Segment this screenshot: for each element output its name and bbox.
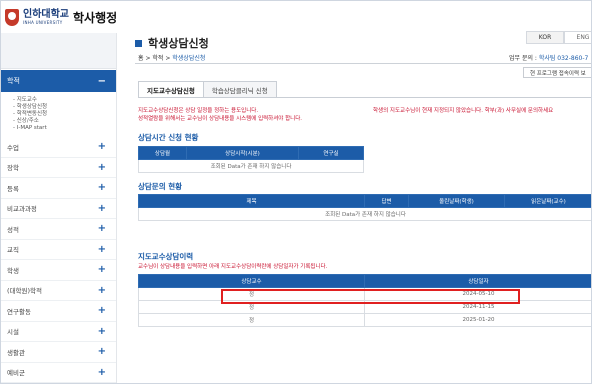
page-title: 학생상담신청 <box>135 35 209 51</box>
expand-icon: + <box>97 284 106 296</box>
language-switch: KOR ENG <box>526 31 591 44</box>
breadcrumb: 홈 > 학적 > 학생상담신청 <box>138 55 206 62</box>
sidebar-submenu: 지도교수 학생상담신청 학적변동신청 신상/주소 I-MAP start <box>1 92 116 137</box>
sidebar-item-classes[interactable]: 수업 + <box>1 137 116 158</box>
sidebar-header-band <box>1 33 116 69</box>
question-table: 제목 답변 올린날짜(학생) 읽은날짜(교수) 조회된 Data가 존재 하지 … <box>138 194 591 221</box>
sidebar-item-grades[interactable]: 성적 + <box>1 219 116 240</box>
tab-divider <box>138 97 591 98</box>
table-header-row: 상담교수 상담일자 <box>138 274 591 288</box>
column-header: 연구실 <box>298 146 364 160</box>
sidebar-item-facilities[interactable]: 시설 + <box>1 322 116 342</box>
table-header-row: 상담월 상담시작(시분) 연구실 <box>138 146 364 160</box>
sidebar-item-research[interactable]: 연구활동 + <box>1 301 116 322</box>
sidebar-item-registration[interactable]: 등록 + <box>1 178 116 199</box>
submenu-item-counseling-request[interactable]: 학생상담신청 <box>13 104 116 111</box>
sidebar-item-extracurricular[interactable]: 비교과과정 + <box>1 199 116 219</box>
counseling-notice: 지도교수상담신청은 상담 일정을 정하는 용도입니다. 성적열람을 위해서는 교… <box>138 108 303 122</box>
expand-icon: + <box>97 202 106 214</box>
empty-message: 조회된 Data가 존재 하지 않습니다 <box>138 207 591 221</box>
expand-icon: + <box>97 325 106 337</box>
sidebar-item-student[interactable]: 학생 + <box>1 260 116 281</box>
app-window: 인하대학교 INHA UNIVERSITY 학사행정 학적 − 지도교수 학생상… <box>0 0 592 384</box>
column-header: 상담일자 <box>364 274 591 288</box>
schedule-table: 상담월 상담시작(시분) 연구실 조회된 Data가 존재 하지 않습니다 <box>138 146 364 173</box>
collapse-icon[interactable]: − <box>98 76 106 87</box>
advisor-unassigned-notice: 학생의 지도교수님이 현재 지정되지 않았습니다. 학부(과) 사무실에 문의하… <box>373 108 554 114</box>
sidebar-item-label: 학적 <box>7 77 20 85</box>
date-cell: 2025-01-20 <box>364 313 591 327</box>
university-name: 인하대학교 <box>23 8 69 20</box>
expand-icon: + <box>97 243 106 255</box>
sidebar-item-graduate-record[interactable]: (대학원)학적 + <box>1 281 116 301</box>
contact-phone: 학사팀 032-860-7 <box>538 55 589 62</box>
column-header: 상담시작(시분) <box>186 146 299 160</box>
column-header: 상담교수 <box>138 274 365 288</box>
table-row: 조회된 Data가 존재 하지 않습니다 <box>138 159 364 173</box>
language-eng-button[interactable]: ENG <box>564 31 591 44</box>
university-english-name: INHA UNIVERSITY <box>23 19 63 25</box>
breadcrumb-section[interactable]: 학적 <box>152 55 163 62</box>
column-header: 올린날짜(학생) <box>408 194 505 208</box>
expand-icon: + <box>97 141 106 153</box>
tab-advisor-counseling[interactable]: 지도교수상담신청 <box>138 81 204 98</box>
sidebar-item-academic-record[interactable]: 학적 − <box>1 70 116 92</box>
app-name: 학사행정 <box>73 10 118 25</box>
sidebar-item-teaching[interactable]: 교직 + <box>1 240 116 260</box>
submenu-item-advisor[interactable]: 지도교수 <box>13 97 116 104</box>
table-header-row: 제목 답변 올린날짜(학생) 읽은날짜(교수) <box>138 194 591 208</box>
history-section-title: 지도교수상담이력 <box>138 252 194 261</box>
table-row: 정 2025-01-20 <box>138 313 591 327</box>
column-header: 읽은날짜(교수) <box>504 194 591 208</box>
professor-cell: 정 <box>138 313 365 327</box>
university-emblem-icon <box>5 8 19 26</box>
tab-bar: 지도교수상담신청 학습상담클리닉 신청 <box>138 81 277 98</box>
sidebar: 학적 − 지도교수 학생상담신청 학적변동신청 신상/주소 I-MAP star… <box>1 33 117 383</box>
title-bullet-icon <box>135 39 142 47</box>
expand-icon: + <box>97 182 106 194</box>
column-header: 답변 <box>364 194 409 208</box>
breadcrumb-current: 학생상담신청 <box>172 55 206 62</box>
contact-info: 업무 문의 : 학사팀 032-860-7 <box>509 55 589 62</box>
highlight-box <box>221 289 520 304</box>
university-logo[interactable]: 인하대학교 INHA UNIVERSITY 학사행정 <box>1 1 126 33</box>
expand-icon: + <box>97 223 106 235</box>
sidebar-item-reserve-forces[interactable]: 예비군 + <box>1 363 116 383</box>
expand-icon: + <box>97 346 106 358</box>
expand-icon: + <box>97 161 106 173</box>
history-note: 교수님이 상담내용을 입력하면 아래 지도교수상담이력란에 상담일자가 기록됩니… <box>138 264 328 270</box>
expand-icon: + <box>97 305 106 317</box>
tab-learning-clinic[interactable]: 학습상담클리닉 신청 <box>202 81 277 98</box>
access-history-button[interactable]: 현 프로그램 접속이력 보 <box>523 67 591 78</box>
empty-message: 조회된 Data가 존재 하지 않습니다 <box>138 159 364 173</box>
submenu-item-status-change[interactable]: 학적변동신청 <box>13 111 116 118</box>
schedule-section-title: 상담시간 신청 현황 <box>138 133 199 142</box>
language-kor-button[interactable]: KOR <box>526 31 564 44</box>
submenu-item-personal-address[interactable]: 신상/주소 <box>13 118 116 125</box>
sidebar-item-dormitory[interactable]: 생활관 + <box>1 342 116 363</box>
expand-icon: + <box>97 264 106 276</box>
sidebar-item-scholarship[interactable]: 장학 + <box>1 158 116 178</box>
table-row: 조회된 Data가 존재 하지 않습니다 <box>138 207 591 221</box>
column-header: 제목 <box>138 194 365 208</box>
column-header: 상담월 <box>138 146 187 160</box>
question-section-title: 상담문의 현황 <box>138 182 183 191</box>
expand-icon: + <box>97 366 106 378</box>
submenu-item-imap-start[interactable]: I-MAP start <box>13 125 116 132</box>
header-divider <box>135 63 591 64</box>
